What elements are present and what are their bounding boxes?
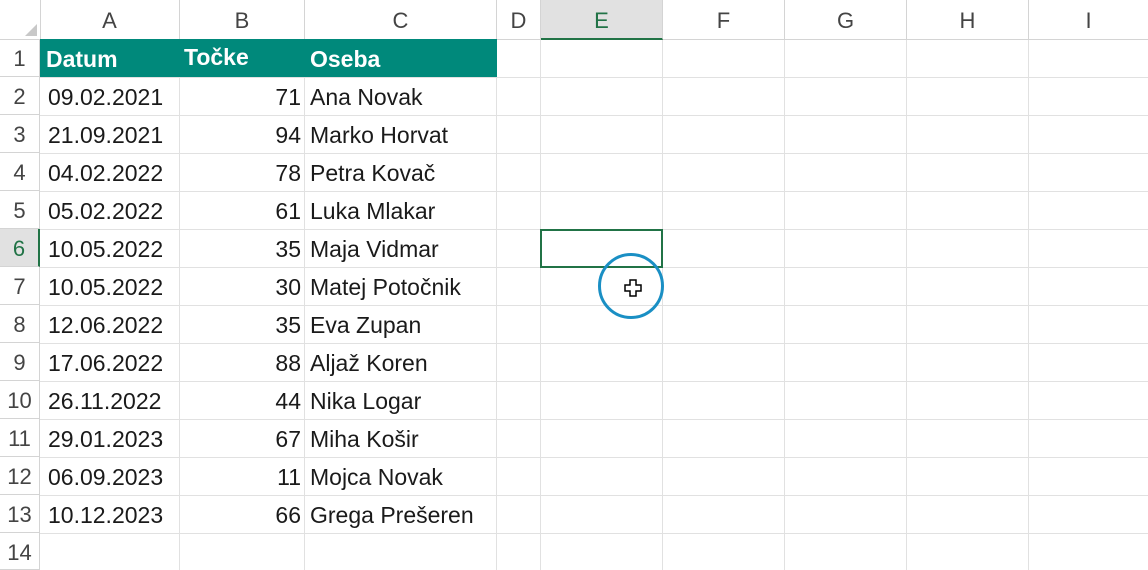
column-header-f[interactable]: F — [663, 0, 785, 39]
select-all-button[interactable] — [0, 0, 41, 39]
cell-person[interactable]: Matej Potočnik — [305, 267, 497, 305]
cell-date[interactable]: 04.02.2022 — [40, 153, 180, 191]
cell-select-cross-icon — [624, 279, 642, 297]
column-header-e[interactable]: E — [541, 0, 663, 40]
cell-person[interactable]: Mojca Novak — [305, 457, 497, 495]
cell-person[interactable]: Grega Prešeren — [305, 495, 497, 533]
row-header-14[interactable]: 14 — [0, 533, 40, 570]
cell-points[interactable]: 67 — [180, 419, 305, 457]
column-header-c[interactable]: C — [305, 0, 497, 39]
cell-person[interactable]: Luka Mlakar — [305, 191, 497, 229]
header-cell-oseba[interactable]: Oseba — [305, 39, 497, 77]
header-cell-tocke[interactable]: Točke — [180, 39, 305, 77]
cell-date[interactable]: 21.09.2021 — [40, 115, 180, 153]
row-header-4[interactable]: 4 — [0, 153, 40, 191]
spreadsheet-grid: A B C D E F G H I 1 2 3 4 5 6 7 8 9 10 1… — [0, 0, 1148, 570]
cell-points[interactable]: 44 — [180, 381, 305, 419]
row-header-5[interactable]: 5 — [0, 191, 40, 229]
cell-points[interactable]: 30 — [180, 267, 305, 305]
row-header-6[interactable]: 6 — [0, 229, 40, 267]
row-header-10[interactable]: 10 — [0, 381, 40, 419]
cell-points[interactable]: 35 — [180, 305, 305, 343]
column-header-a[interactable]: A — [40, 0, 180, 39]
column-header-d[interactable]: D — [497, 0, 541, 39]
cell-date[interactable]: 10.12.2023 — [40, 495, 180, 533]
column-header-bar: A B C D E F G H I — [0, 0, 1148, 40]
cell-points[interactable]: 78 — [180, 153, 305, 191]
column-header-g[interactable]: G — [785, 0, 907, 39]
cell-date[interactable]: 10.05.2022 — [40, 229, 180, 267]
cell-date[interactable]: 12.06.2022 — [40, 305, 180, 343]
header-cell-datum[interactable]: Datum — [40, 39, 180, 77]
cell-points[interactable]: 71 — [180, 77, 305, 115]
row-header-1[interactable]: 1 — [0, 39, 40, 77]
cell-points[interactable]: 94 — [180, 115, 305, 153]
select-all-triangle-icon — [25, 24, 37, 36]
cell-person[interactable]: Petra Kovač — [305, 153, 497, 191]
cell-date[interactable]: 26.11.2022 — [40, 381, 180, 419]
cell-points[interactable]: 88 — [180, 343, 305, 381]
gridline — [40, 533, 1148, 534]
row-header-13[interactable]: 13 — [0, 495, 40, 533]
row-header-12[interactable]: 12 — [0, 457, 40, 495]
cell-person[interactable]: Aljaž Koren — [305, 343, 497, 381]
column-header-i[interactable]: I — [1029, 0, 1148, 39]
row-header-8[interactable]: 8 — [0, 305, 40, 343]
row-header-2[interactable]: 2 — [0, 77, 40, 115]
column-header-h[interactable]: H — [907, 0, 1029, 39]
cell-person[interactable]: Ana Novak — [305, 77, 497, 115]
cell-person[interactable]: Nika Logar — [305, 381, 497, 419]
cell-date[interactable]: 06.09.2023 — [40, 457, 180, 495]
cell-person[interactable]: Maja Vidmar — [305, 229, 497, 267]
cell-date[interactable]: 09.02.2021 — [40, 77, 180, 115]
cell-person[interactable]: Miha Košir — [305, 419, 497, 457]
cell-date[interactable]: 10.05.2022 — [40, 267, 180, 305]
row-header-7[interactable]: 7 — [0, 267, 40, 305]
row-header-9[interactable]: 9 — [0, 343, 40, 381]
cell-date[interactable]: 17.06.2022 — [40, 343, 180, 381]
row-header-11[interactable]: 11 — [0, 419, 40, 457]
cell-points[interactable]: 66 — [180, 495, 305, 533]
cell-points[interactable]: 11 — [180, 457, 305, 495]
cell-date[interactable]: 05.02.2022 — [40, 191, 180, 229]
cell-date[interactable]: 29.01.2023 — [40, 419, 180, 457]
cell-person[interactable]: Marko Horvat — [305, 115, 497, 153]
row-header-3[interactable]: 3 — [0, 115, 40, 153]
cell-person[interactable]: Eva Zupan — [305, 305, 497, 343]
cell-points[interactable]: 35 — [180, 229, 305, 267]
column-header-b[interactable]: B — [180, 0, 305, 39]
cell-points[interactable]: 61 — [180, 191, 305, 229]
